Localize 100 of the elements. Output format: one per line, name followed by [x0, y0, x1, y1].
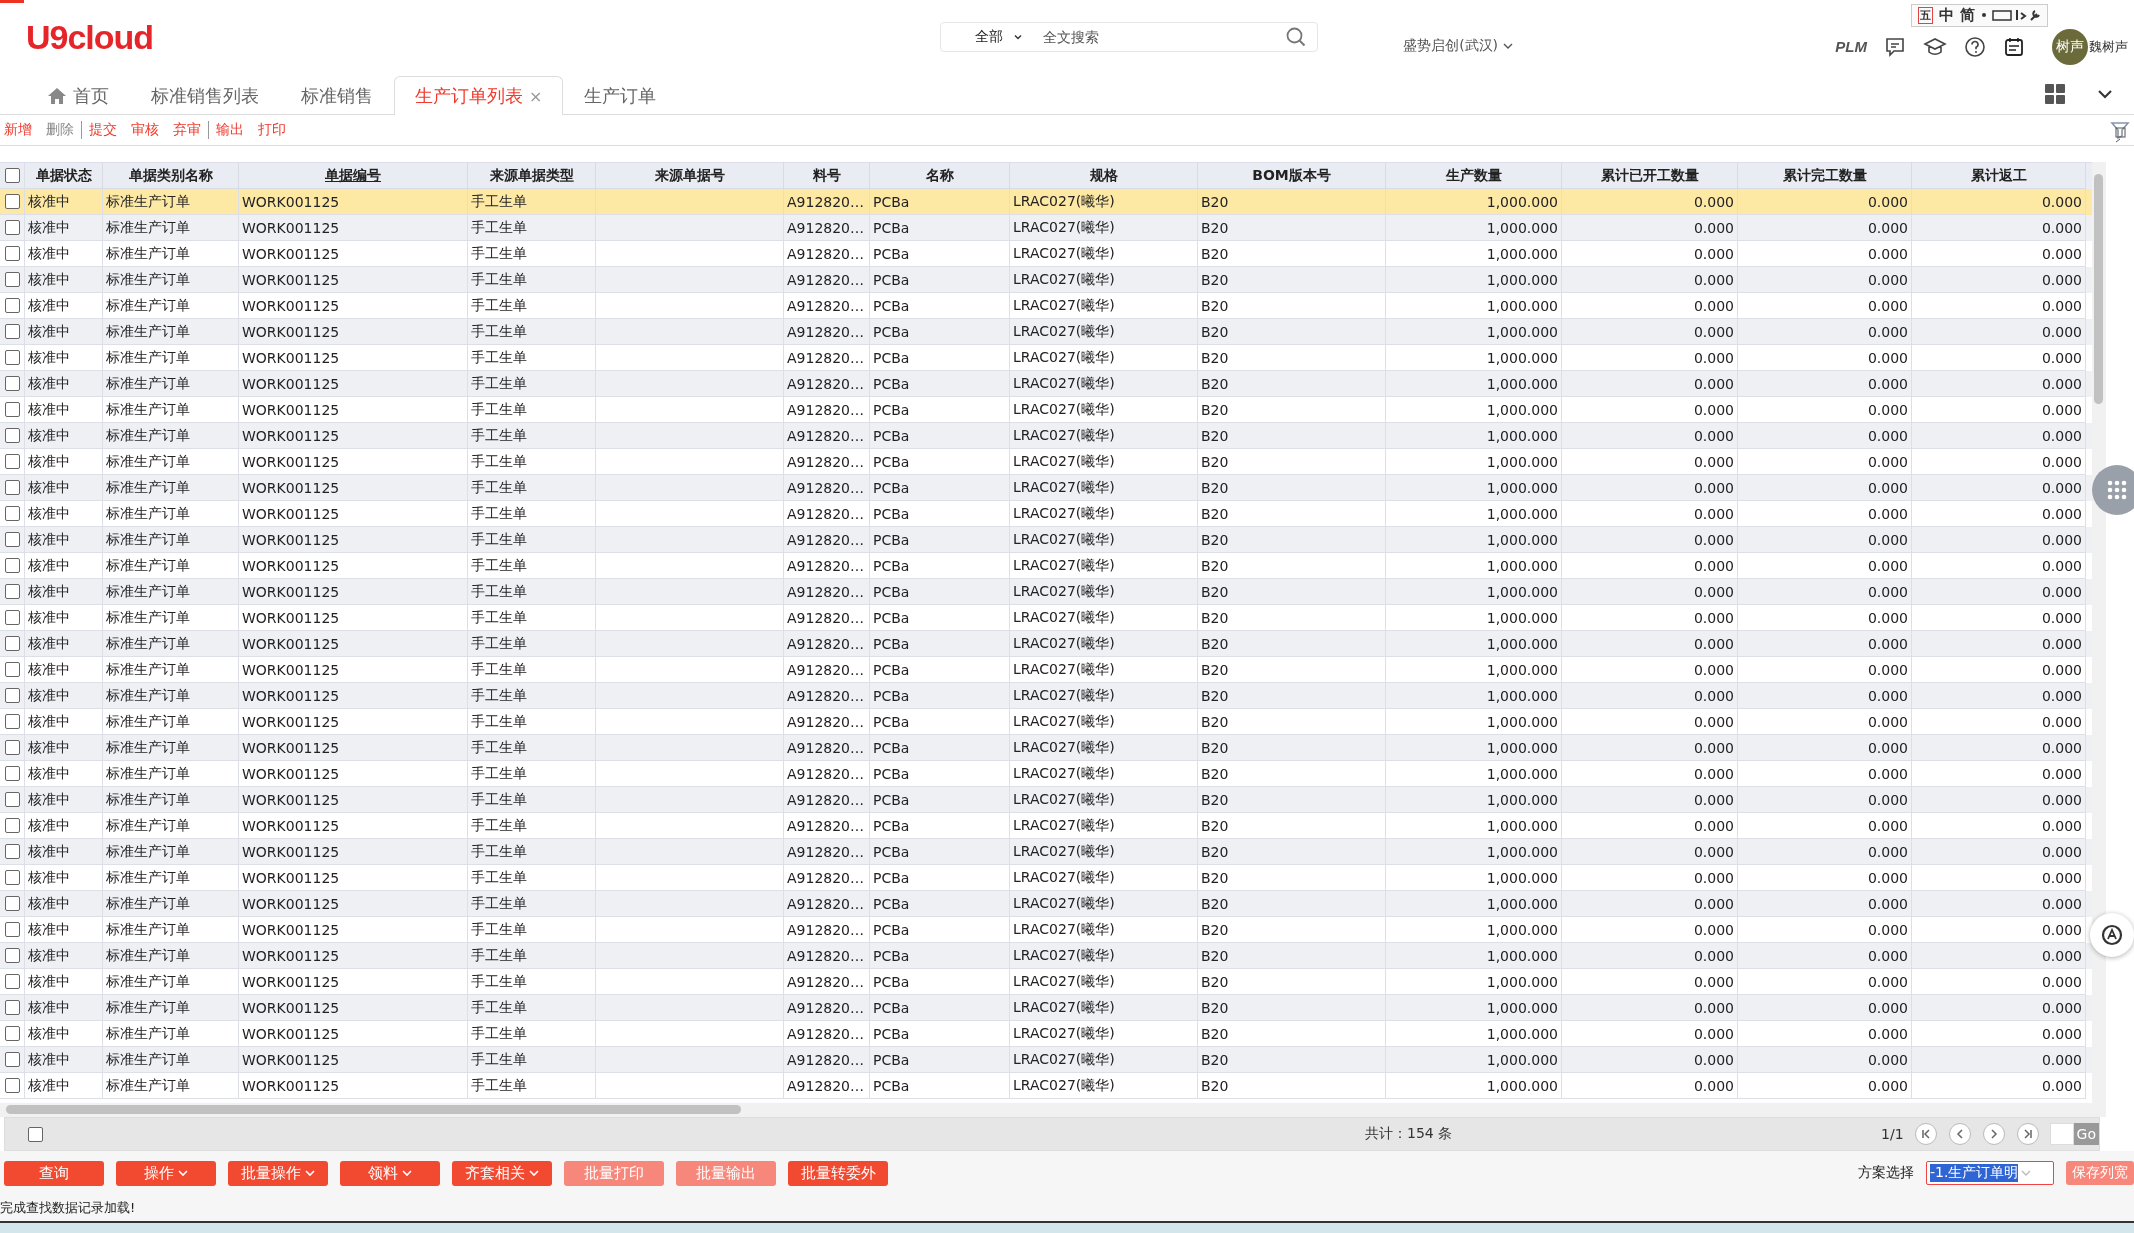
checkbox[interactable] — [4, 324, 20, 339]
checkbox[interactable] — [4, 298, 20, 313]
company-selector[interactable]: 盛势启创(武汉) — [1403, 37, 1513, 55]
checkbox[interactable] — [4, 506, 20, 521]
table-cell: WORK001125 — [242, 609, 340, 626]
checkbox[interactable] — [4, 1000, 20, 1015]
checkbox[interactable] — [4, 948, 20, 963]
tab[interactable]: 生产订单列表 × — [394, 76, 564, 115]
checkbox[interactable] — [4, 610, 20, 625]
table-row[interactable]: 核准中 标准生产订单 WORK001125 手工生单 A912820… PCBa LRAC027(曦华) B20 1,000.000 0.000 0.000 0.000 — [0, 579, 2092, 605]
ime-tools-icon[interactable] — [1981, 8, 2041, 22]
calendar-icon[interactable] — [2003, 35, 2025, 58]
checkbox[interactable] — [4, 818, 20, 833]
table-row[interactable]: 核准中 标准生产订单 WORK001125 手工生单 A912820… PCBa LRAC027(曦华) B20 1,000.000 0.000 0.000 0.000 — [0, 475, 2092, 501]
table-row[interactable]: 核准中 标准生产订单 WORK001125 手工生单 A912820… PCBa LRAC027(曦华) B20 1,000.000 0.000 0.000 0.000 — [0, 839, 2092, 865]
action-button[interactable]: 批量操作 — [228, 1160, 328, 1186]
table-row[interactable]: 核准中 标准生产订单 WORK001125 手工生单 A912820… PCBa LRAC027(曦华) B20 1,000.000 0.000 0.000 0.000 — [0, 631, 2092, 657]
plm-logo[interactable]: PLM — [1835, 38, 1867, 55]
action-button[interactable]: 齐套相关 — [452, 1160, 552, 1186]
checkbox[interactable] — [4, 558, 20, 573]
checkbox[interactable] — [4, 168, 20, 183]
toolbar-link[interactable]: 弃审 — [173, 121, 209, 139]
tab[interactable]: 首页 — [26, 76, 130, 115]
table-row[interactable]: 核准中 标准生产订单 WORK001125 手工生单 A912820… PCBa LRAC027(曦华) B20 1,000.000 0.000 0.000 0.000 — [0, 267, 2092, 293]
checkbox[interactable] — [4, 844, 20, 859]
avatar[interactable]: 树声 — [2052, 28, 2088, 65]
checkbox[interactable] — [4, 1026, 20, 1041]
scrollbar-thumb[interactable] — [6, 1105, 741, 1114]
ime-label[interactable]: 五 — [1918, 6, 1933, 24]
checkbox[interactable] — [4, 922, 20, 937]
chat-icon[interactable] — [1884, 35, 1906, 58]
scheme-select[interactable]: -1.生产订单明 — [1926, 1161, 2054, 1185]
checkbox[interactable] — [4, 376, 20, 391]
checkbox[interactable] — [4, 896, 20, 911]
toolbar-link[interactable]: 新增 — [4, 121, 32, 139]
checkbox[interactable] — [4, 194, 20, 209]
checkbox[interactable] — [4, 636, 20, 651]
ime-label[interactable]: 简 — [1960, 5, 1975, 25]
checkbox[interactable] — [4, 1052, 20, 1067]
graduation-cap-icon[interactable] — [1923, 35, 1947, 58]
checkbox[interactable] — [4, 220, 20, 235]
table-cell: LRAC027(曦华) — [1013, 946, 1115, 965]
table-row[interactable]: 核准中 标准生产订单 WORK001125 手工生单 A912820… PCBa LRAC027(曦华) B20 1,000.000 0.000 0.000 0.000 — [0, 527, 2092, 553]
scrollbar-thumb[interactable] — [2094, 174, 2103, 404]
filter-icon[interactable] — [2110, 120, 2130, 140]
toolbar-link[interactable]: 审核 — [131, 121, 159, 139]
table-row[interactable]: 核准中 标准生产订单 WORK001125 手工生单 A912820… PCBa LRAC027(曦华) B20 1,000.000 0.000 0.000 0.000 — [0, 189, 2092, 215]
help-icon[interactable] — [1964, 35, 1986, 58]
table-row[interactable]: 核准中 标准生产订单 WORK001125 手工生单 A912820… PCBa LRAC027(曦华) B20 1,000.000 0.000 0.000 0.000 — [0, 371, 2092, 397]
checkbox[interactable] — [4, 350, 20, 365]
first-page-icon[interactable] — [1913, 1122, 1938, 1146]
table-row[interactable]: 核准中 标准生产订单 WORK001125 手工生单 A912820… PCBa LRAC027(曦华) B20 1,000.000 0.000 0.000 0.000 — [0, 995, 2092, 1021]
tab[interactable]: 标准销售列表 — [130, 76, 280, 115]
checkbox[interactable] — [4, 428, 20, 443]
checkbox[interactable] — [4, 1078, 20, 1093]
checkbox[interactable] — [4, 688, 20, 703]
table-row[interactable]: 核准中 标准生产订单 WORK001125 手工生单 A912820… PCBa LRAC027(曦华) B20 1,000.000 0.000 0.000 0.000 — [0, 787, 2092, 813]
table-cell: B20 — [1201, 401, 1229, 418]
search-field[interactable]: 全部 全文搜索 — [940, 22, 1319, 52]
assistant-button[interactable] — [2090, 913, 2134, 957]
checkbox[interactable] — [4, 584, 20, 599]
table-row[interactable]: 核准中 标准生产订单 WORK001125 手工生单 A912820… PCBa LRAC027(曦华) B20 1,000.000 0.000 0.000 0.000 — [0, 943, 2092, 969]
toolbar-link[interactable]: 打印 — [258, 121, 286, 139]
chevron-icon[interactable] — [2096, 88, 2114, 100]
checkbox[interactable] — [4, 740, 20, 755]
checkbox[interactable] — [4, 402, 20, 417]
checkbox[interactable] — [4, 532, 20, 547]
table-row[interactable]: 核准中 标准生产订单 WORK001125 手工生单 A912820… PCBa LRAC027(曦华) B20 1,000.000 0.000 0.000 0.000 — [0, 1047, 2092, 1073]
action-button[interactable]: 查询 — [4, 1160, 104, 1186]
table-row[interactable]: 核准中 标准生产订单 WORK001125 手工生单 A912820… PCBa LRAC027(曦华) B20 1,000.000 0.000 0.000 0.000 — [0, 891, 2092, 917]
checkbox[interactable] — [27, 1126, 43, 1142]
page-input[interactable] — [2049, 1123, 2074, 1145]
table-cell: WORK001125 — [242, 479, 340, 496]
search-scope-dropdown[interactable]: 全部 — [951, 28, 1024, 46]
last-page-icon[interactable] — [2015, 1122, 2040, 1146]
checkbox[interactable] — [4, 480, 20, 495]
table-row[interactable]: 核准中 标准生产订单 WORK001125 手工生单 A912820… PCBa LRAC027(曦华) B20 1,000.000 0.000 0.000 0.000 — [0, 423, 2092, 449]
tab[interactable]: 标准销售 — [280, 76, 394, 115]
toolbar-link[interactable]: 提交 — [89, 121, 117, 139]
checkbox[interactable] — [4, 974, 20, 989]
table-row[interactable]: 核准中 标准生产订单 WORK001125 手工生单 A912820… PCBa LRAC027(曦华) B20 1,000.000 0.000 0.000 0.000 — [0, 319, 2092, 345]
tab[interactable]: 生产订单 — [563, 76, 678, 115]
checkbox[interactable] — [4, 766, 20, 781]
action-button[interactable]: 批量转委外 — [788, 1160, 888, 1186]
table-row[interactable]: 核准中 标准生产订单 WORK001125 手工生单 A912820… PCBa LRAC027(曦华) B20 1,000.000 0.000 0.000 0.000 — [0, 215, 2092, 241]
checkbox[interactable] — [4, 454, 20, 469]
checkbox[interactable] — [4, 870, 20, 885]
ime-label[interactable]: 中 — [1939, 5, 1954, 25]
table-row[interactable]: 核准中 标准生产订单 WORK001125 手工生单 A912820… PCBa LRAC027(曦华) B20 1,000.000 0.000 0.000 0.000 — [0, 735, 2092, 761]
table-row[interactable]: 核准中 标准生产订单 WORK001125 手工生单 A912820… PCBa LRAC027(曦华) B20 1,000.000 0.000 0.000 0.000 — [0, 683, 2092, 709]
action-button[interactable]: 操作 — [116, 1160, 216, 1186]
checkbox[interactable] — [4, 246, 20, 261]
checkbox[interactable] — [4, 662, 20, 677]
checkbox[interactable] — [4, 714, 20, 729]
grid-icon[interactable] — [2044, 83, 2066, 105]
search-icon[interactable] — [1285, 26, 1308, 48]
action-button[interactable]: 领料 — [340, 1160, 440, 1186]
toolbar-link[interactable]: 输出 — [216, 121, 244, 139]
checkbox[interactable] — [4, 792, 20, 807]
checkbox[interactable] — [4, 272, 20, 287]
